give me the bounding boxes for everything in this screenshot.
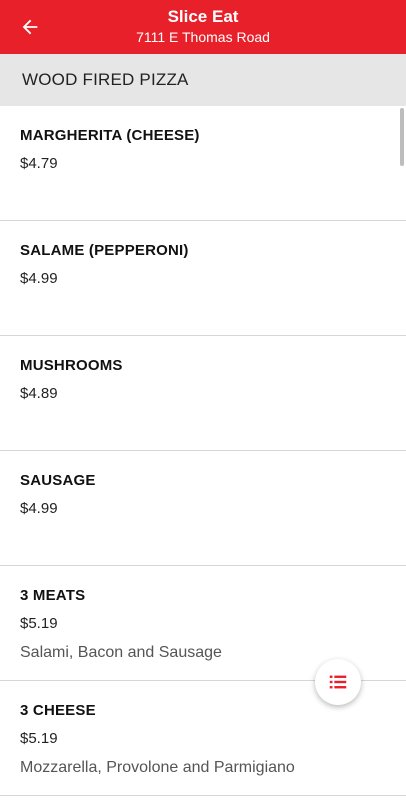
menu-item-name: SALAME (PEPPERONI) xyxy=(20,242,189,259)
menu-item-price: $5.19 xyxy=(20,615,58,632)
page-subtitle: 7111 E Thomas Road xyxy=(136,29,270,45)
menu-item-price: $4.89 xyxy=(20,385,58,402)
category-list-button[interactable] xyxy=(315,659,361,705)
title-block: Slice Eat 7111 E Thomas Road xyxy=(0,6,406,46)
scrollbar[interactable] xyxy=(400,108,404,166)
menu-item-price: $4.99 xyxy=(20,270,58,287)
app-bar: Slice Eat 7111 E Thomas Road xyxy=(0,0,406,54)
menu-item-name: MARGHERITA (CHEESE) xyxy=(20,127,200,144)
menu-item-price: $4.99 xyxy=(20,500,58,517)
menu-item-price: $5.19 xyxy=(20,730,58,747)
page-title: Slice Eat xyxy=(167,7,239,26)
menu-item[interactable]: MUSHROOMS $4.89 xyxy=(0,336,406,451)
menu-item-name: SAUSAGE xyxy=(20,472,96,489)
list-icon xyxy=(329,675,347,689)
menu-item-description: Mozzarella, Provolone and Parmigiano xyxy=(20,759,295,776)
menu-item[interactable]: SALAME (PEPPERONI) $4.99 xyxy=(0,221,406,336)
menu-item[interactable]: MARGHERITA (CHEESE) $4.79 xyxy=(0,106,406,221)
section-header: WOOD FIRED PIZZA xyxy=(0,54,406,106)
menu-item-name: 3 MEATS xyxy=(20,587,86,604)
menu-item-price: $4.79 xyxy=(20,155,58,172)
menu-item-name: MUSHROOMS xyxy=(20,357,123,374)
menu-item[interactable]: SAUSAGE $4.99 xyxy=(0,451,406,566)
